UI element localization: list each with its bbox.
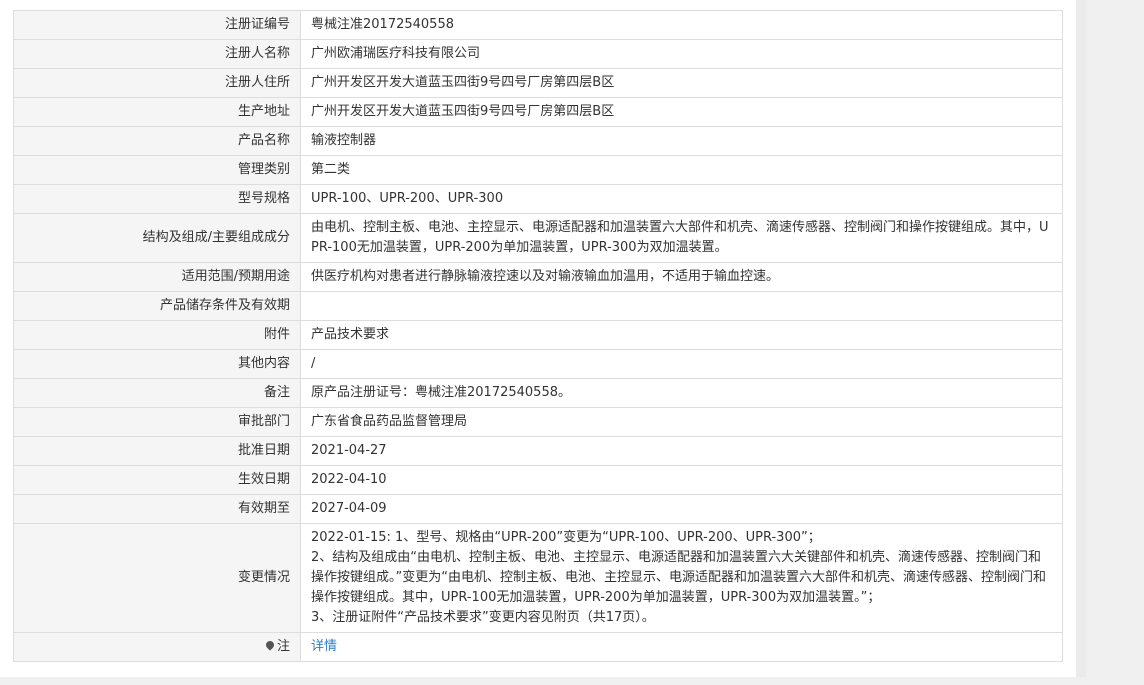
row-label-production-address: 生产地址 (13, 97, 301, 127)
change-line: 2、结构及组成由“由电机、控制主板、电池、主控显示、电源适配器和加温装置六大关键… (311, 550, 1046, 605)
detail-panel: 注册证编号 粤械注准20172540558 注册人名称 广州欧浦瑞医疗科技有限公… (0, 0, 1076, 677)
row-value-intended-use: 供医疗机构对患者进行静脉输液控速以及对输液输血加温用，不适用于输血控速。 (300, 262, 1063, 292)
table-row: 附件 产品技术要求 (13, 320, 1063, 350)
table-row: 注册人住所 广州开发区开发大道蓝玉四街9号四号厂房第四层B区 (13, 68, 1063, 98)
row-value-product-name: 输液控制器 (300, 126, 1063, 156)
row-label-model-spec: 型号规格 (13, 184, 301, 214)
row-value-other: / (300, 349, 1063, 379)
row-value-effective-date: 2022-04-10 (300, 465, 1063, 495)
table-row: 管理类别 第二类 (13, 155, 1063, 185)
table-row: 结构及组成/主要组成成分 由电机、控制主板、电池、主控显示、电源适配器和加温装置… (13, 213, 1063, 263)
row-value-attachment: 产品技术要求 (300, 320, 1063, 350)
table-row: 备注 原产品注册证号：粤械注准20172540558。 (13, 378, 1063, 408)
row-label-structure: 结构及组成/主要组成成分 (13, 213, 301, 263)
row-value-valid-until: 2027-04-09 (300, 494, 1063, 524)
table-row: 型号规格 UPR-100、UPR-200、UPR-300 (13, 184, 1063, 214)
row-label-product-name: 产品名称 (13, 126, 301, 156)
row-value-registrant-address: 广州开发区开发大道蓝玉四街9号四号厂房第四层B区 (300, 68, 1063, 98)
row-value-model-spec: UPR-100、UPR-200、UPR-300 (300, 184, 1063, 214)
table-row: 注 详情 (13, 632, 1063, 662)
map-pin-icon (264, 639, 276, 651)
table-row: 生产地址 广州开发区开发大道蓝玉四街9号四号厂房第四层B区 (13, 97, 1063, 127)
table-row: 适用范围/预期用途 供医疗机构对患者进行静脉输液控速以及对输液输血加温用，不适用… (13, 262, 1063, 292)
row-label-change: 变更情况 (13, 523, 301, 633)
table-row: 产品名称 输液控制器 (13, 126, 1063, 156)
change-line: 2022-01-15: 1、型号、规格由“UPR-200”变更为“UPR-100… (311, 530, 821, 545)
table-row: 其他内容 / (13, 349, 1063, 379)
table-row: 产品储存条件及有效期 (13, 291, 1063, 321)
row-label-approval-dept: 审批部门 (13, 407, 301, 437)
row-value-structure: 由电机、控制主板、电池、主控显示、电源适配器和加温装置六大部件和机壳、滴速传感器… (311, 220, 1049, 255)
row-label-other: 其他内容 (13, 349, 301, 379)
row-label-attachment: 附件 (13, 320, 301, 350)
row-label-intended-use: 适用范围/预期用途 (13, 262, 301, 292)
table-row: 注册人名称 广州欧浦瑞医疗科技有限公司 (13, 39, 1063, 69)
row-value-approval-date: 2021-04-27 (300, 436, 1063, 466)
table-row: 生效日期 2022-04-10 (13, 465, 1063, 495)
row-value-management-category: 第二类 (300, 155, 1063, 185)
note-label-text: 注 (276, 639, 290, 654)
row-label-registration-number: 注册证编号 (13, 10, 301, 40)
row-value-remark: 原产品注册证号：粤械注准20172540558。 (300, 378, 1063, 408)
table-row: 审批部门 广东省食品药品监督管理局 (13, 407, 1063, 437)
row-value-production-address: 广州开发区开发大道蓝玉四街9号四号厂房第四层B区 (300, 97, 1063, 127)
row-value-storage (300, 291, 1063, 321)
details-link[interactable]: 详情 (311, 639, 337, 654)
table-row: 变更情况 2022-01-15: 1、型号、规格由“UPR-200”变更为“UP… (13, 523, 1063, 633)
row-label-note: 注 (13, 632, 301, 662)
row-value-change: 2022-01-15: 1、型号、规格由“UPR-200”变更为“UPR-100… (300, 523, 1063, 633)
row-label-registrant-name: 注册人名称 (13, 39, 301, 69)
row-label-registrant-address: 注册人住所 (13, 68, 301, 98)
row-label-valid-until: 有效期至 (13, 494, 301, 524)
registration-detail-table: 注册证编号 粤械注准20172540558 注册人名称 广州欧浦瑞医疗科技有限公… (13, 10, 1063, 662)
row-value-registration-number: 粤械注准20172540558 (300, 10, 1063, 40)
table-row: 注册证编号 粤械注准20172540558 (13, 10, 1063, 40)
row-label-remark: 备注 (13, 378, 301, 408)
row-label-effective-date: 生效日期 (13, 465, 301, 495)
row-label-management-category: 管理类别 (13, 155, 301, 185)
row-label-storage: 产品储存条件及有效期 (13, 291, 301, 321)
row-value-registrant-name: 广州欧浦瑞医疗科技有限公司 (300, 39, 1063, 69)
row-value-approval-dept: 广东省食品药品监督管理局 (300, 407, 1063, 437)
change-line: 3、注册证附件“产品技术要求”变更内容见附页（共17页）。 (311, 610, 655, 625)
row-label-approval-date: 批准日期 (13, 436, 301, 466)
table-row: 有效期至 2027-04-09 (13, 494, 1063, 524)
right-edge-bar (1076, 0, 1086, 677)
table-row: 批准日期 2021-04-27 (13, 436, 1063, 466)
